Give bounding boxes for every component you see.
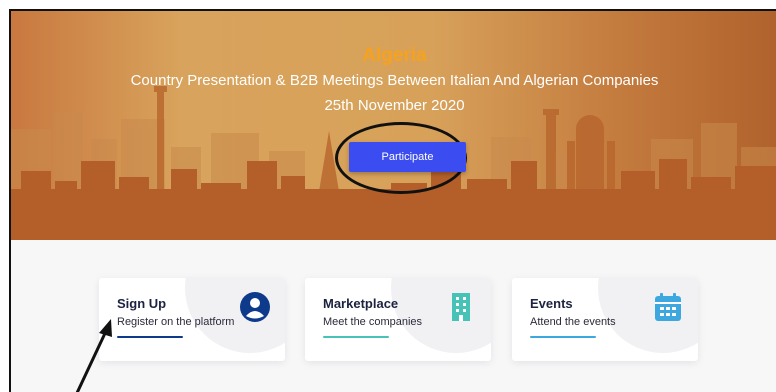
events-card[interactable]: Events Attend the events bbox=[512, 278, 698, 361]
building-icon bbox=[452, 293, 470, 321]
calendar-icon bbox=[655, 293, 681, 321]
card-underline bbox=[323, 336, 389, 338]
participate-button[interactable]: Participate bbox=[349, 142, 466, 172]
card-title: Events bbox=[530, 296, 573, 311]
card-description: Attend the events bbox=[530, 316, 616, 328]
card-title: Marketplace bbox=[323, 296, 399, 311]
event-date: 25th November 2020 bbox=[324, 97, 465, 114]
hero-banner: Algeria Country Presentation & B2B Meeti… bbox=[11, 11, 776, 240]
marketplace-card[interactable]: Marketplace Meet the companies bbox=[305, 278, 491, 361]
arrow-annotation-icon bbox=[75, 319, 112, 392]
card-underline bbox=[530, 336, 596, 338]
card-title: Sign Up bbox=[117, 296, 167, 311]
card-description: Meet the companies bbox=[323, 316, 423, 328]
user-circle-icon bbox=[240, 292, 270, 322]
page-title: Algeria bbox=[362, 45, 427, 66]
hero-subtitle: Country Presentation & B2B Meetings Betw… bbox=[130, 72, 659, 89]
card-description: Register on the platform bbox=[117, 316, 235, 328]
page-frame: Algeria Country Presentation & B2B Meeti… bbox=[9, 9, 776, 392]
